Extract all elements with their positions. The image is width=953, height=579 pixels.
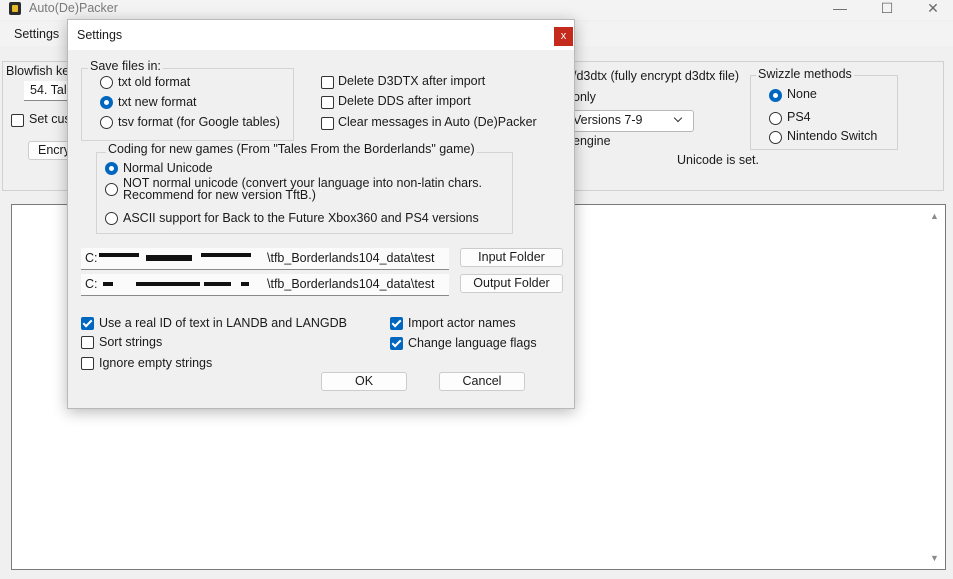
- swizzle-ps4-radio[interactable]: [769, 112, 782, 125]
- set-custom-checkbox[interactable]: [11, 114, 24, 127]
- unicode-status: Unicode is set.: [677, 153, 759, 167]
- swizzle-none-label: None: [787, 87, 817, 101]
- ascii-support-radio[interactable]: [105, 212, 118, 225]
- normal-unicode-radio[interactable]: [105, 162, 118, 175]
- txt-new-format-label: txt new format: [118, 95, 197, 109]
- versions-value: Versions 7-9: [573, 113, 643, 127]
- input-folder-path[interactable]: C: \tfb_Borderlands104_data\test: [81, 248, 449, 270]
- window-title: Auto(De)Packer: [29, 1, 118, 15]
- engine-label: engine: [573, 134, 611, 148]
- chevron-down-icon: [673, 113, 683, 123]
- swizzle-none-radio[interactable]: [769, 89, 782, 102]
- redacted-path-segment: [201, 253, 251, 257]
- dialog-title-bar: [68, 20, 574, 50]
- delete-dds-checkbox[interactable]: [321, 96, 334, 109]
- txt-old-format-label: txt old format: [118, 75, 191, 89]
- d3dtx-label: /d3dtx (fully encrypt d3dtx file): [573, 69, 740, 83]
- versions-select[interactable]: Versions 7-9: [568, 110, 694, 132]
- redacted-path-segment: [204, 282, 231, 286]
- input-folder-button[interactable]: Input Folder: [460, 248, 563, 267]
- only-label: only: [573, 90, 596, 104]
- set-custom-label: Set cus: [29, 112, 71, 126]
- scroll-down-arrow[interactable]: ▼: [930, 553, 939, 563]
- sort-strings-checkbox[interactable]: [81, 336, 94, 349]
- tsv-format-radio[interactable]: [100, 116, 113, 129]
- delete-d3dtx-label: Delete D3DTX after import: [338, 74, 486, 88]
- output-folder-button[interactable]: Output Folder: [460, 274, 563, 293]
- settings-dialog: Settings x Save files in: txt old format…: [67, 19, 575, 409]
- redacted-path-segment: [241, 282, 249, 286]
- import-actor-names-label: Import actor names: [408, 316, 516, 330]
- coding-legend: Coding for new games (From "Tales From t…: [106, 142, 477, 156]
- not-normal-unicode-label: NOT normal unicode (convert your languag…: [123, 177, 482, 202]
- ignore-empty-checkbox[interactable]: [81, 357, 94, 370]
- scroll-up-arrow[interactable]: ▲: [930, 211, 939, 221]
- redacted-path-segment: [136, 282, 200, 286]
- not-normal-unicode-radio[interactable]: [105, 183, 118, 196]
- delete-dds-label: Delete DDS after import: [338, 94, 471, 108]
- blowfish-label: Blowfish ke: [6, 64, 70, 78]
- app-icon: [9, 2, 21, 15]
- save-files-legend: Save files in:: [88, 59, 163, 73]
- minimize-button[interactable]: —: [817, 0, 863, 20]
- dialog-title: Settings: [77, 28, 123, 42]
- swizzle-ps4-label: PS4: [787, 110, 811, 124]
- input-path-suffix: \tfb_Borderlands104_data\test: [267, 251, 435, 265]
- dialog-close-button[interactable]: x: [554, 27, 573, 46]
- swizzle-switch-radio[interactable]: [769, 131, 782, 144]
- ascii-support-label: ASCII support for Back to the Future Xbo…: [123, 211, 479, 225]
- change-language-flags-checkbox[interactable]: [390, 337, 403, 350]
- redacted-path-segment: [99, 253, 139, 257]
- title-bar: [0, 0, 953, 20]
- real-id-checkbox[interactable]: [81, 317, 94, 330]
- output-path-suffix: \tfb_Borderlands104_data\test: [267, 277, 435, 291]
- swizzle-legend: Swizzle methods: [756, 67, 854, 81]
- txt-old-format-radio[interactable]: [100, 76, 113, 89]
- output-path-prefix: C:: [85, 277, 98, 291]
- tsv-format-label: tsv format (for Google tables): [118, 115, 280, 129]
- ok-button[interactable]: OK: [321, 372, 407, 391]
- close-window-button[interactable]: ✕: [910, 0, 953, 20]
- txt-new-format-radio[interactable]: [100, 96, 113, 109]
- swizzle-switch-label: Nintendo Switch: [787, 129, 878, 143]
- real-id-label: Use a real ID of text in LANDB and LANGD…: [99, 316, 348, 330]
- output-folder-path[interactable]: C: \tfb_Borderlands104_data\test: [81, 274, 449, 296]
- clear-messages-label: Clear messages in Auto (De)Packer: [338, 115, 537, 129]
- redacted-path-segment: [146, 255, 192, 261]
- menu-settings[interactable]: Settings: [14, 27, 59, 41]
- blowfish-value: 54. Tal: [30, 83, 67, 97]
- ignore-empty-label: Ignore empty strings: [99, 356, 213, 370]
- maximize-button[interactable]: ☐: [864, 0, 910, 20]
- input-path-prefix: C:: [85, 251, 98, 265]
- delete-d3dtx-checkbox[interactable]: [321, 76, 334, 89]
- normal-unicode-label: Normal Unicode: [123, 161, 213, 175]
- change-language-flags-label: Change language flags: [408, 336, 537, 350]
- redacted-path-segment: [103, 282, 113, 286]
- not-normal-unicode-line2: Recommend for new version TftB.): [123, 188, 316, 202]
- clear-messages-checkbox[interactable]: [321, 117, 334, 130]
- import-actor-names-checkbox[interactable]: [390, 317, 403, 330]
- cancel-button[interactable]: Cancel: [439, 372, 525, 391]
- sort-strings-label: Sort strings: [99, 335, 163, 349]
